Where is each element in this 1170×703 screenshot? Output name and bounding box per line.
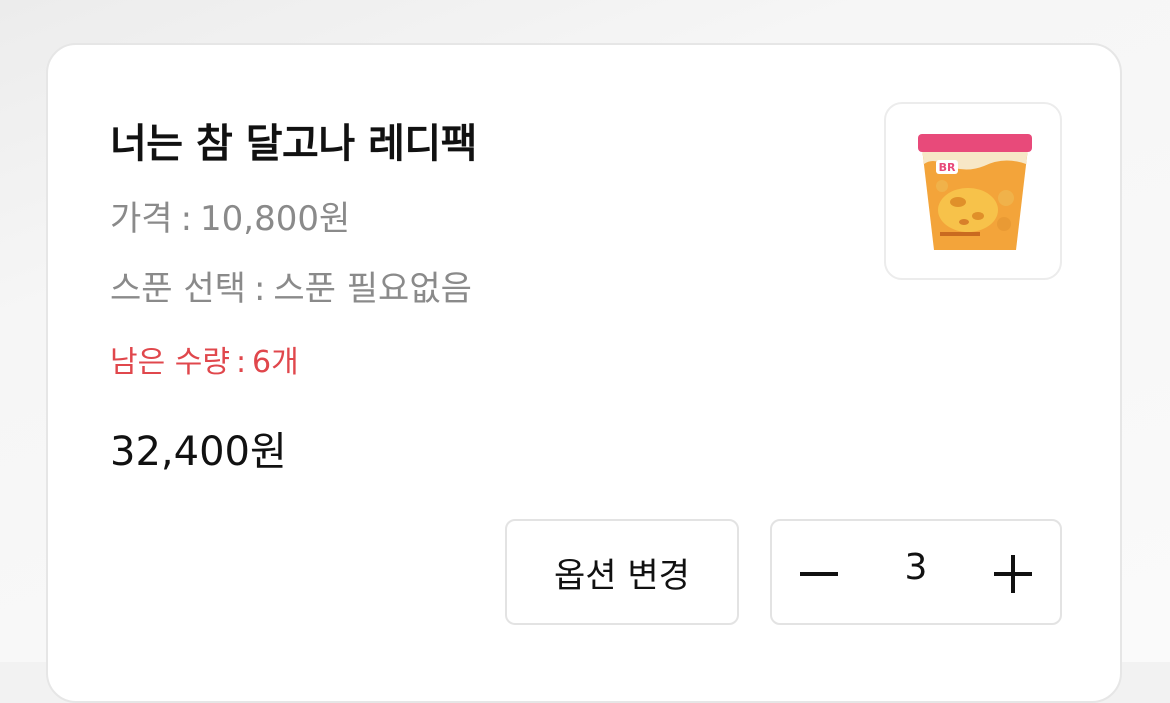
option-row: 스푼 선택: 스푼 필요없음 <box>110 261 472 310</box>
ice-cream-pint-icon: BR <box>918 134 1032 250</box>
plus-icon[interactable] <box>988 549 1038 599</box>
stock-label: 남은 수량 <box>110 345 230 380</box>
cart-item-card: 너는 참 달고나 레디팩 가격:10,800원 스푼 선택: 스푼 필요없음 남은… <box>46 43 1122 703</box>
option-value: 스푼 필요없음 <box>273 269 472 309</box>
price-label: 가격 <box>110 199 173 239</box>
product-title: 너는 참 달고나 레디팩 <box>110 121 477 167</box>
option-label: 스푼 선택 <box>110 269 246 309</box>
price-value: 10,800원 <box>200 199 351 239</box>
product-thumbnail[interactable]: BR <box>884 102 1062 280</box>
unit-price-row: 가격:10,800원 <box>110 191 350 240</box>
brand-logo-text: BR <box>939 161 956 174</box>
total-price: 32,400원 <box>110 429 287 475</box>
remaining-stock-row: 남은 수량:6개 <box>110 337 299 381</box>
quantity-stepper: 3 <box>770 519 1062 625</box>
minus-icon[interactable] <box>794 549 844 599</box>
option-separator: : <box>253 269 266 309</box>
quantity-value: 3 <box>904 547 928 588</box>
price-separator: : <box>180 199 193 239</box>
change-option-button[interactable]: 옵션 변경 <box>505 519 739 625</box>
stock-separator: : <box>235 345 247 380</box>
stock-value: 6개 <box>252 345 299 380</box>
